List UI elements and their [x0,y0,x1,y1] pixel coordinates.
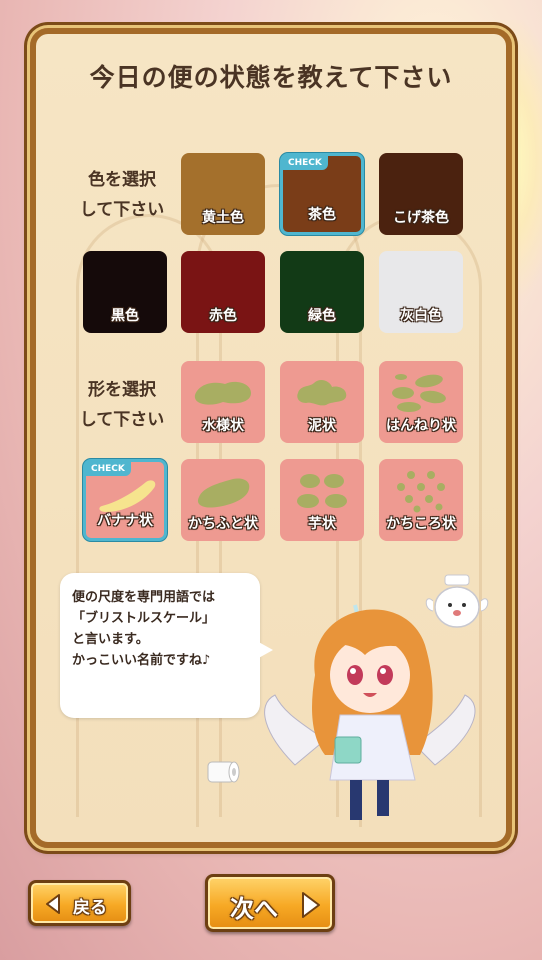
color-option-label: 緑色 [308,308,336,324]
shape-label-line1: 形を選択 [88,380,156,400]
color-section-label: 色を選択 して下さい [62,165,182,225]
color-option-label: 灰白色 [400,308,442,324]
shape-option-label: はんねり状 [386,418,456,434]
color-option-ochre[interactable]: 黄土色 [181,153,265,235]
color-label-line2: して下さい [79,200,165,220]
soft-blobs-icon [392,374,446,412]
shape-option-banana[interactable]: CHECK バナナ状 [83,459,167,541]
color-option-black[interactable]: 黒色 [83,251,167,333]
lumpy-stool-icon [297,474,347,508]
mushy-stool-icon [297,380,347,406]
bubble-text-line: 「ブリストルスケール」 [72,611,216,626]
shape-option-pellets[interactable]: かちころ状 [379,459,463,541]
shape-option-label: かちころ状 [386,516,456,532]
color-option-label: 赤色 [209,308,237,324]
shape-option-label: バナナ状 [97,513,153,529]
ghost-mascot-icon [425,574,489,628]
color-option-green[interactable]: 緑色 [280,251,364,333]
shape-option-lumpy[interactable]: 芋状 [280,459,364,541]
shape-option-label: かちふと状 [188,516,258,532]
shape-option-label: 芋状 [308,516,336,532]
shape-option-hard-thick[interactable]: かちふと状 [181,459,265,541]
shape-option-mushy[interactable]: 泥状 [280,361,364,443]
color-option-grayish-white[interactable]: 灰白色 [379,251,463,333]
shape-option-soft-blobs[interactable]: はんねり状 [379,361,463,443]
angel-nurse-character-illustration [264,574,489,820]
speech-bubble: 便の尺度を専門用語では 「ブリストルスケール」 と言います。 かっこいい名前です… [60,573,260,718]
color-option-brown[interactable]: CHECK 茶色 [280,153,364,235]
shape-option-label: 泥状 [308,418,336,434]
shape-option-label: 水様状 [202,418,244,434]
color-option-red[interactable]: 赤色 [181,251,265,333]
shape-section-label: 形を選択 して下さい [62,375,182,435]
right-arrow-icon [302,892,320,918]
next-button[interactable]: 次へ [205,874,335,932]
color-option-label: こげ茶色 [393,210,449,226]
bubble-text-line: 便の尺度を専門用語では [72,590,216,605]
back-button-label: 戻る [73,898,107,918]
page-title: 今日の便の状態を教えて下さい [89,63,453,92]
watery-stool-icon [194,381,251,405]
color-option-dark-brown[interactable]: こげ茶色 [379,153,463,235]
color-option-label: 茶色 [308,207,336,223]
back-button[interactable]: 戻る [28,880,131,926]
shape-option-watery[interactable]: 水様状 [181,361,265,443]
pellet-stool-icon [397,471,445,513]
shape-label-line2: して下さい [79,410,165,430]
color-option-label: 黄土色 [202,210,244,226]
next-button-label: 次へ [230,895,278,923]
bubble-text-line: かっこいい名前ですね♪ [72,653,211,668]
color-label-line1: 色を選択 [88,170,156,190]
hard-thick-stool-icon [197,478,250,508]
check-badge: CHECK [283,156,328,170]
toilet-paper-icon [207,761,240,783]
left-arrow-icon [46,894,60,914]
color-option-label: 黒色 [111,308,139,324]
bubble-text-line: と言います。 [72,632,149,647]
